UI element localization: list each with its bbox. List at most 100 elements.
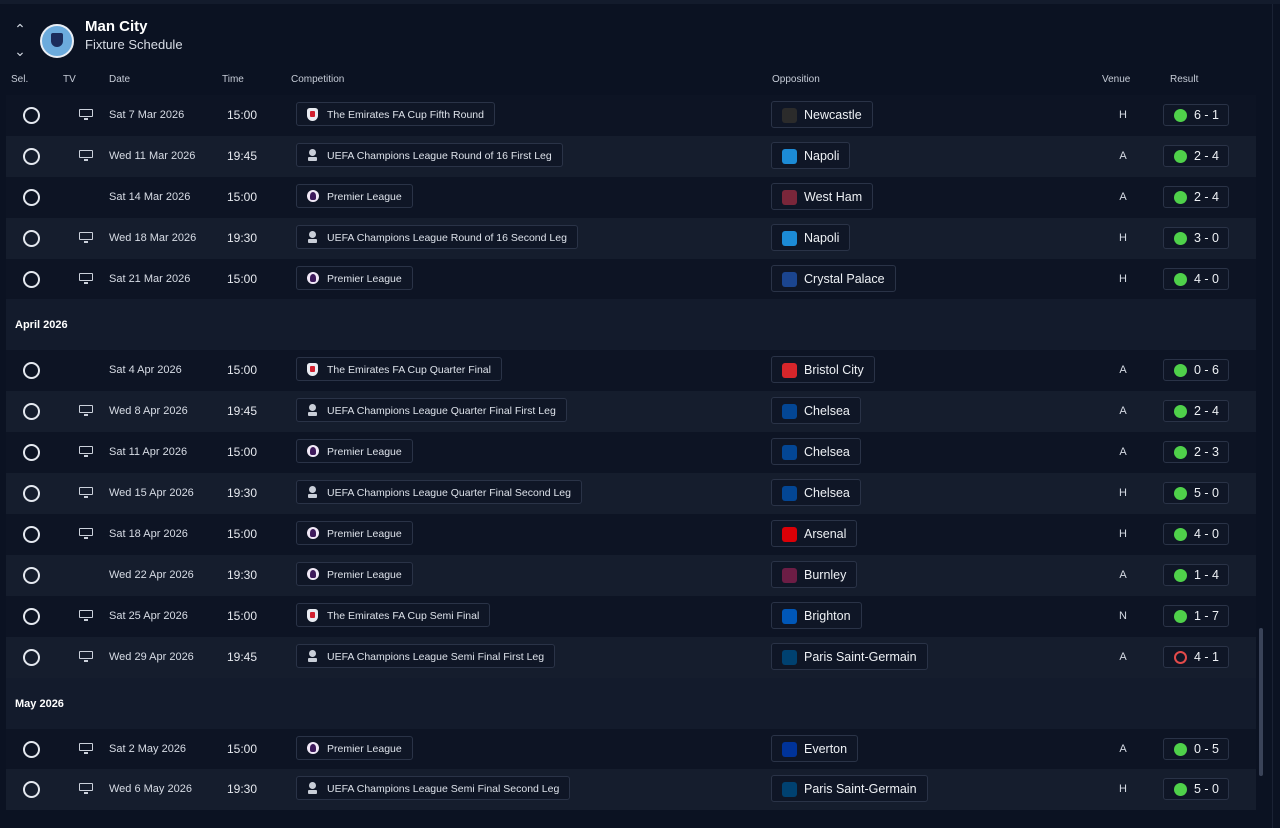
club-name[interactable]: Man City xyxy=(85,18,148,35)
result-chip[interactable]: 5 - 0 xyxy=(1163,482,1229,505)
opposition-chip[interactable]: Chelsea xyxy=(771,397,861,425)
table-row[interactable]: Wed 15 Apr 2026 19:30 UEFA Champions Leagu… xyxy=(6,473,1256,515)
competition-chip[interactable]: Premier League xyxy=(296,521,413,546)
competition-chip[interactable]: Premier League xyxy=(296,183,413,208)
competition-chip[interactable]: Premier League xyxy=(296,561,413,586)
result-chip[interactable]: 2 - 4 xyxy=(1163,400,1229,423)
select-radio[interactable] xyxy=(23,740,40,758)
competition-chip[interactable]: UEFA Champions League Semi Final First L… xyxy=(296,643,556,668)
table-row[interactable]: Sat 21 Mar 2026 15:00 Premier League Crysta… xyxy=(6,258,1256,300)
competition-chip[interactable]: The Emirates FA Cup Semi Final xyxy=(296,602,491,627)
result-chip[interactable]: 1 - 4 xyxy=(1163,563,1229,586)
table-row[interactable]: Sat 14 Mar 2026 15:00 Premier League West H… xyxy=(6,176,1256,218)
fa-cup-icon xyxy=(307,363,318,377)
table-row[interactable]: Sat 4 Apr 2026 15:00 The Emirates FA Cup Q… xyxy=(6,350,1256,392)
select-radio[interactable] xyxy=(23,648,40,666)
column-header-result[interactable]: Result xyxy=(1170,74,1198,85)
opposition-chip[interactable]: Crystal Palace xyxy=(771,264,896,292)
result-chip[interactable]: 4 - 0 xyxy=(1163,267,1229,290)
table-row[interactable]: Sat 2 May 2026 15:00 Premier League Everton… xyxy=(6,728,1256,770)
competition-chip[interactable]: Premier League xyxy=(296,439,413,464)
column-header-time[interactable]: Time xyxy=(222,74,244,85)
column-header-venue[interactable]: Venue xyxy=(1102,74,1130,85)
opposition-chip[interactable]: Chelsea xyxy=(771,438,861,466)
column-header-opposition[interactable]: Opposition xyxy=(772,74,820,85)
result-chip[interactable]: 5 - 0 xyxy=(1163,778,1229,801)
result-chip[interactable]: 2 - 4 xyxy=(1163,185,1229,208)
table-row[interactable]: Wed 18 Mar 2026 19:30 UEFA Champions Leagu… xyxy=(6,217,1256,259)
table-row[interactable]: Sat 7 Mar 2026 15:00 The Emirates FA Cup F… xyxy=(6,95,1256,136)
result-status-icon xyxy=(1174,231,1187,245)
opposition-chip[interactable]: Brighton xyxy=(771,601,862,629)
select-radio[interactable] xyxy=(23,229,40,247)
select-radio[interactable] xyxy=(23,270,40,288)
fixture-time: 15:00 xyxy=(227,445,258,460)
premier-league-icon xyxy=(307,445,319,458)
select-radio[interactable] xyxy=(23,403,40,421)
scrollbar[interactable] xyxy=(1259,628,1263,776)
select-radio[interactable] xyxy=(23,566,40,584)
select-radio[interactable] xyxy=(23,781,40,799)
table-row[interactable]: Wed 22 Apr 2026 19:30 Premier League Burnle… xyxy=(6,554,1256,596)
chevron-down-icon[interactable]: ⌄ xyxy=(12,44,28,58)
result-chip[interactable]: 4 - 1 xyxy=(1163,645,1229,668)
club-badge-icon xyxy=(782,782,797,798)
column-header-date[interactable]: Date xyxy=(109,74,130,85)
table-row[interactable]: Sat 11 Apr 2026 15:00 Premier League Chelse… xyxy=(6,432,1256,474)
opposition-chip[interactable]: Arsenal xyxy=(771,520,858,548)
opposition-chip[interactable]: Paris Saint-Germain xyxy=(771,775,928,803)
result-chip[interactable]: 4 - 0 xyxy=(1163,523,1229,546)
result-chip[interactable]: 2 - 3 xyxy=(1163,441,1229,464)
select-radio[interactable] xyxy=(23,147,40,165)
result-chip[interactable]: 3 - 0 xyxy=(1163,226,1229,249)
opposition-chip[interactable]: Burnley xyxy=(771,560,858,588)
column-header-sel[interactable]: Sel. xyxy=(11,74,28,85)
result-chip[interactable]: 0 - 5 xyxy=(1163,737,1229,760)
tv-icon xyxy=(79,231,93,243)
select-radio[interactable] xyxy=(23,362,40,380)
premier-league-icon xyxy=(307,567,319,580)
competition-chip[interactable]: The Emirates FA Cup Fifth Round xyxy=(296,102,495,126)
table-row[interactable]: Wed 11 Mar 2026 19:45 UEFA Champions Leagu… xyxy=(6,135,1256,177)
opposition-chip[interactable]: Napoli xyxy=(771,223,851,251)
table-row[interactable]: Wed 8 Apr 2026 19:45 UEFA Champions League… xyxy=(6,391,1256,433)
competition-chip[interactable]: The Emirates FA Cup Quarter Final xyxy=(296,357,502,382)
opposition-chip[interactable]: Napoli xyxy=(771,141,851,169)
tv-stand xyxy=(84,751,88,754)
table-row[interactable]: Wed 6 May 2026 19:30 UEFA Champions League… xyxy=(6,769,1256,811)
chevron-up-icon[interactable]: ⌃ xyxy=(12,22,28,36)
select-radio[interactable] xyxy=(23,607,40,625)
competition-name: UEFA Champions League Round of 16 Second… xyxy=(327,231,567,244)
competition-chip[interactable]: UEFA Champions League Round of 16 First … xyxy=(296,142,563,167)
opposition-chip[interactable]: Bristol City xyxy=(771,356,875,384)
opposition-chip[interactable]: Chelsea xyxy=(771,479,861,507)
competition-name: Premier League xyxy=(327,446,402,459)
select-radio[interactable] xyxy=(23,444,40,462)
select-radio[interactable] xyxy=(23,526,40,544)
club-badge-icon xyxy=(782,148,797,164)
competition-chip[interactable]: Premier League xyxy=(296,735,413,760)
competition-chip[interactable]: UEFA Champions League Quarter Final Seco… xyxy=(296,480,582,505)
result-chip[interactable]: 0 - 6 xyxy=(1163,359,1229,382)
column-header-competition[interactable]: Competition xyxy=(291,74,344,85)
column-header-tv[interactable]: TV xyxy=(63,74,76,85)
table-row[interactable]: Sat 18 Apr 2026 15:00 Premier League Arsena… xyxy=(6,514,1256,555)
opposition-chip[interactable]: Paris Saint-Germain xyxy=(771,642,928,670)
opposition-chip[interactable]: Newcastle xyxy=(771,101,873,128)
table-row[interactable]: Sat 25 Apr 2026 15:00 The Emirates FA Cup … xyxy=(6,595,1256,637)
competition-chip[interactable]: UEFA Champions League Quarter Final Firs… xyxy=(296,398,567,423)
select-radio[interactable] xyxy=(23,107,40,124)
competition-chip[interactable]: UEFA Champions League Semi Final Second … xyxy=(296,776,571,801)
competition-chip[interactable]: Premier League xyxy=(296,265,413,290)
competition-chip[interactable]: UEFA Champions League Round of 16 Second… xyxy=(296,224,578,249)
select-radio[interactable] xyxy=(23,485,40,503)
opposition-chip[interactable]: Everton xyxy=(771,734,859,762)
fixture-date: Sat 18 Apr 2026 xyxy=(109,528,188,541)
select-radio[interactable] xyxy=(23,188,40,206)
tv-screen xyxy=(79,149,93,158)
result-chip[interactable]: 2 - 4 xyxy=(1163,144,1229,167)
result-chip[interactable]: 1 - 7 xyxy=(1163,604,1229,627)
table-row[interactable]: Wed 29 Apr 2026 19:45 UEFA Champions Leagu… xyxy=(6,636,1256,678)
result-chip[interactable]: 6 - 1 xyxy=(1163,104,1229,126)
opposition-chip[interactable]: West Ham xyxy=(771,182,874,210)
